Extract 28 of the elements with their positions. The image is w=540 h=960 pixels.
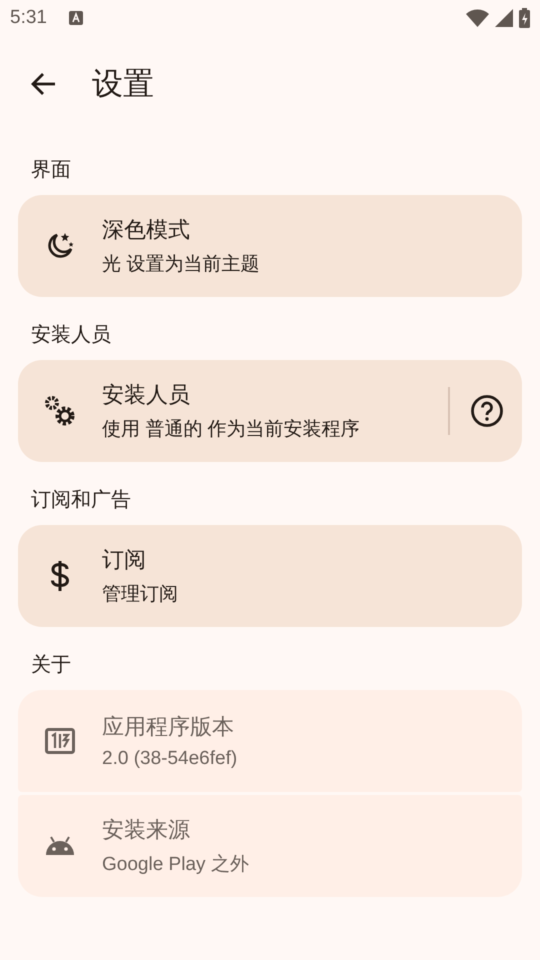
item-subtitle: 光 设置为当前主题 <box>102 253 260 277</box>
item-title: 订阅 <box>102 546 147 574</box>
item-subtitle: Google Play 之外 <box>102 853 250 877</box>
item-subtitle: 使用 普通的 作为当前安装程序 <box>102 418 361 442</box>
wifi-icon <box>466 9 489 27</box>
settings-item[interactable]: 订阅 管理订阅 <box>18 525 522 627</box>
item-title: 应用程序版本 <box>102 713 235 741</box>
section-header: 订阅和广告 <box>30 488 132 513</box>
item-title: 安装人员 <box>102 381 191 409</box>
item-subtitle: 管理订阅 <box>102 583 179 607</box>
settings-item[interactable]: 深色模式 光 设置为当前主题 <box>18 195 522 297</box>
version-icon <box>45 728 75 754</box>
settings-item[interactable]: 安装人员 使用 普通的 作为当前安装程序 <box>18 360 522 462</box>
item-title: 安装来源 <box>102 816 191 844</box>
battery-icon <box>519 8 530 28</box>
page-title: 设置 <box>92 65 154 103</box>
signal-icon <box>495 9 513 27</box>
status-time: 5:31 <box>10 7 47 29</box>
section-header: 界面 <box>30 158 72 183</box>
help-button[interactable] <box>470 394 504 428</box>
section-header: 安装人员 <box>30 323 112 348</box>
item-title: 深色模式 <box>102 216 191 244</box>
item-subtitle: 2.0 (38-54e6fef) <box>102 748 238 770</box>
gears-icon <box>43 394 77 428</box>
dollar-icon <box>49 560 71 592</box>
keyboard-notification-icon <box>68 11 83 25</box>
android-icon <box>45 836 75 856</box>
section-header: 关于 <box>30 653 72 678</box>
